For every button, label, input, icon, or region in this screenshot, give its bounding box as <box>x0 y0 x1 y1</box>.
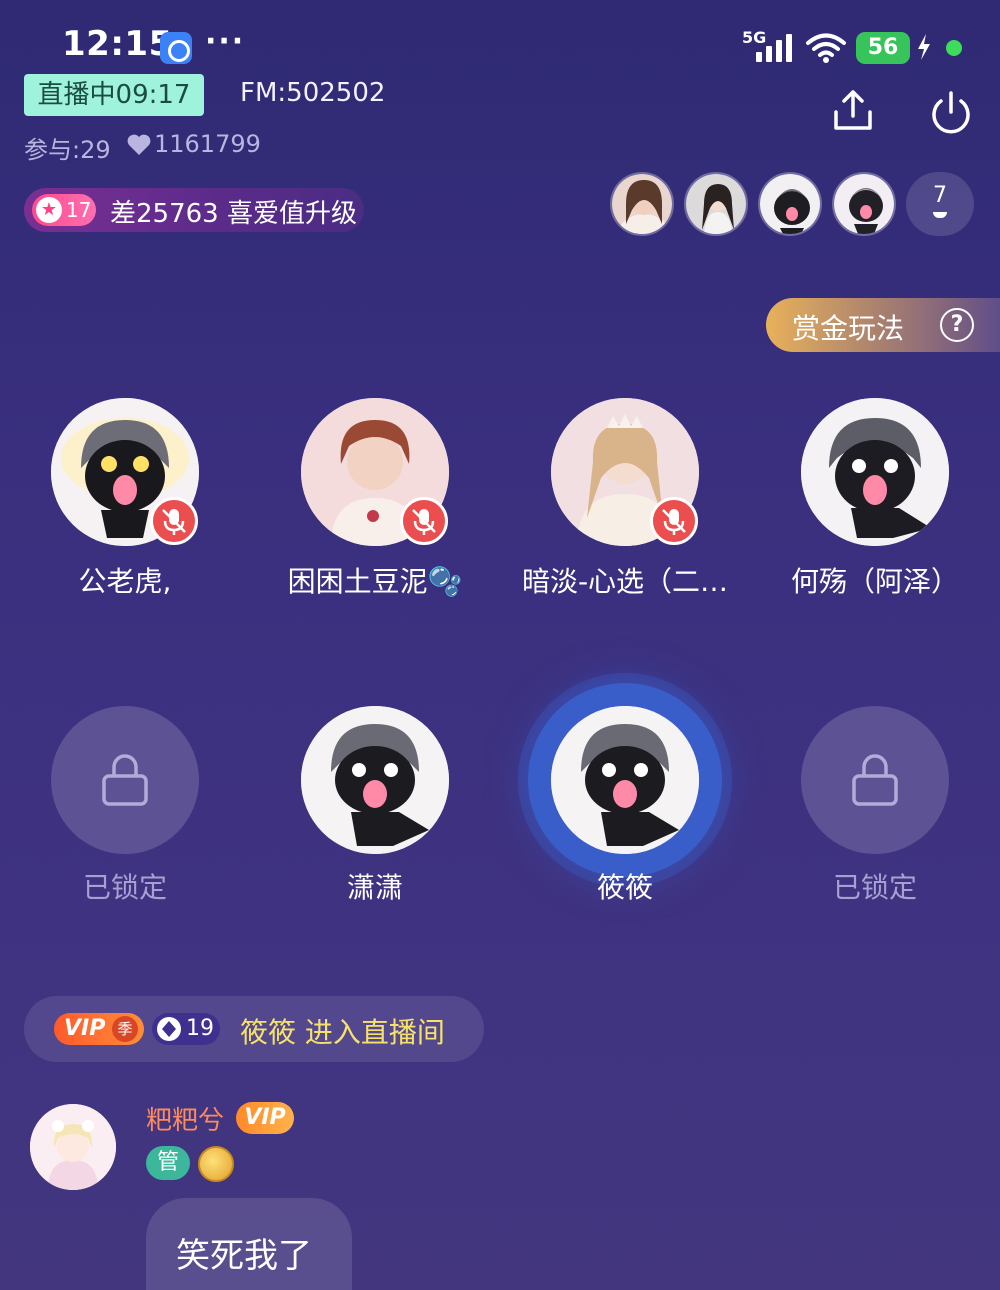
seat-name: 困困土豆泥🫧 <box>287 565 463 598</box>
seat-name: 何殇（阿泽） <box>790 565 959 598</box>
chat-user-avatar[interactable] <box>30 1104 116 1190</box>
viewer-avatar[interactable] <box>758 172 822 236</box>
chat-username[interactable]: 粑粑兮 <box>146 1100 224 1137</box>
locked-seat[interactable] <box>801 706 949 854</box>
viewer-avatar[interactable] <box>684 172 748 236</box>
mic-seat-avatar[interactable] <box>801 398 949 546</box>
viewer-avatar[interactable] <box>832 172 896 236</box>
live-duration-badge: 直播中09:17 <box>24 74 204 116</box>
diamond-icon <box>157 1017 181 1041</box>
vip-season-badge: 季 <box>112 1016 138 1042</box>
chevron-down-icon <box>933 212 947 218</box>
seat-name: 已锁定 <box>832 871 917 904</box>
level-upgrade-text: 差25763 喜爱值升级 <box>110 199 357 229</box>
viewer-avatar[interactable] <box>610 172 674 236</box>
heart-icon <box>127 134 151 155</box>
lock-icon <box>852 754 898 806</box>
coin-badge-icon <box>198 1146 234 1182</box>
mic-muted-icon <box>150 497 198 545</box>
like-count: 1161799 <box>154 130 261 158</box>
power-exit-icon[interactable] <box>928 90 974 136</box>
room-fm-id: FM:502502 <box>240 78 386 108</box>
vip-label: VIP <box>64 1016 106 1041</box>
admin-badge: 管 <box>146 1146 190 1180</box>
seat-name: 潇潇 <box>346 871 403 904</box>
seat-name: 筱筱 <box>596 871 653 904</box>
help-icon[interactable]: ? <box>940 308 974 342</box>
star-icon: ★ <box>36 197 62 223</box>
bounty-play-label: 赏金玩法 <box>792 312 905 345</box>
mic-seat-avatar[interactable] <box>551 706 699 854</box>
charging-icon <box>918 34 930 60</box>
wifi-icon <box>806 33 846 63</box>
app-notification-icon <box>160 32 192 64</box>
lock-icon <box>102 754 148 806</box>
viewer-count-button[interactable]: 7 <box>906 172 974 236</box>
chat-message-text: 笑死我了 <box>176 1236 312 1276</box>
mic-muted-icon <box>650 497 698 545</box>
seat-name: 公老虎, <box>78 565 172 598</box>
seat-name: 已锁定 <box>82 871 167 904</box>
seat-name: 暗淡-心选（二… <box>521 565 729 598</box>
privacy-indicator-dot <box>946 40 962 56</box>
enter-room-text: 筱筱 进入直播间 <box>240 1016 445 1049</box>
locked-seat[interactable] <box>51 706 199 854</box>
cell-signal-icon <box>754 34 796 62</box>
participant-count: 参与:29 <box>24 136 111 164</box>
viewer-count-value: 7 <box>933 183 947 208</box>
mic-seat-avatar[interactable] <box>301 706 449 854</box>
battery-indicator: 56 <box>856 32 910 64</box>
more-notifications-icon: ··· <box>205 24 246 59</box>
share-icon[interactable] <box>830 88 876 134</box>
mic-muted-icon <box>400 497 448 545</box>
status-time: 12:15 <box>62 24 173 64</box>
vip-badge: VIP <box>236 1102 294 1134</box>
